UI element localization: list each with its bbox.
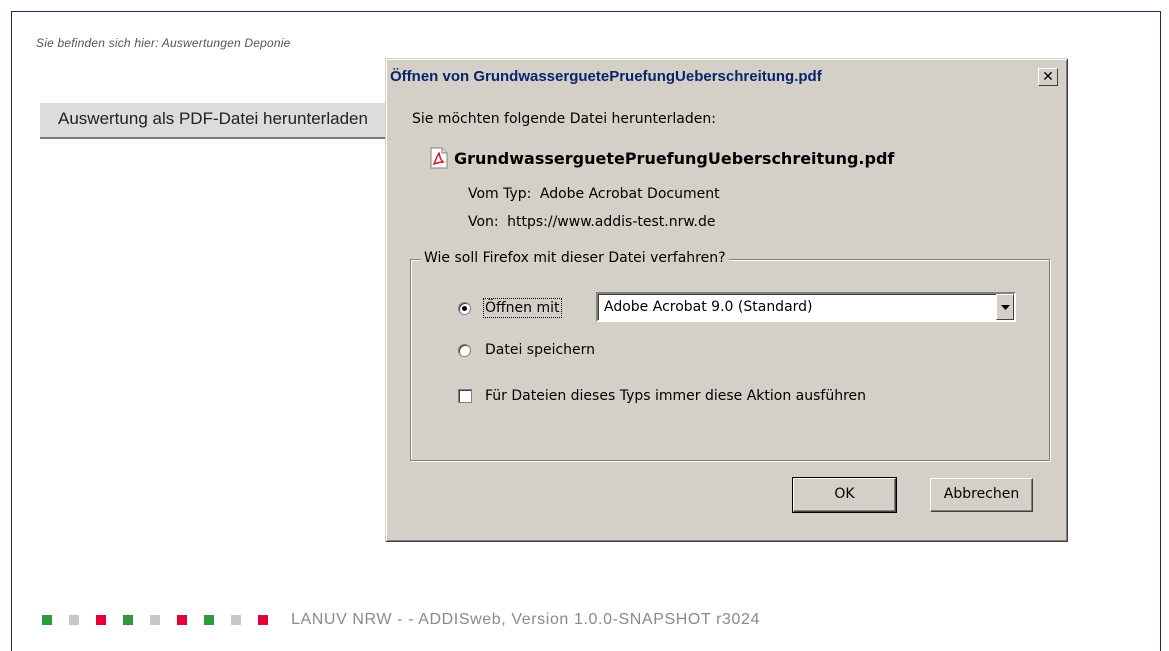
open-with-label[interactable]: Öffnen mit: [483, 298, 562, 318]
file-name: GrundwasserguetePruefungUeberschreitung.…: [454, 148, 895, 168]
file-source-label: Von:: [468, 214, 499, 230]
pdf-icon: [430, 147, 448, 169]
file-source-value: https://www.addis-test.nrw.de: [507, 214, 716, 230]
dialog-intro: Sie möchten folgende Datei herunterladen…: [412, 111, 716, 127]
dropdown-button[interactable]: [996, 294, 1014, 320]
footer-square-green: [204, 615, 214, 625]
open-with-radio[interactable]: [458, 302, 471, 315]
footer-square-green: [123, 615, 133, 625]
always-action-label[interactable]: Für Dateien dieses Typs immer diese Akti…: [485, 388, 866, 404]
file-row: GrundwasserguetePruefungUeberschreitung.…: [430, 147, 894, 169]
footer-square-green: [42, 615, 52, 625]
footer-square-gray: [231, 615, 241, 625]
file-type-label: Vom Typ:: [468, 186, 532, 202]
pdf-download-button[interactable]: Auswertung als PDF-Datei herunterladen: [40, 103, 420, 139]
open-with-app-value: Adobe Acrobat 9.0 (Standard): [604, 299, 813, 315]
save-file-label[interactable]: Datei speichern: [485, 342, 595, 358]
action-groupbox: Wie soll Firefox mit dieser Datei verfah…: [410, 250, 1050, 461]
footer-version-text: LANUV NRW - - ADDISweb, Version 1.0.0-SN…: [291, 611, 760, 628]
dialog-titlebar[interactable]: Öffnen von GrundwasserguetePruefungUeber…: [388, 61, 1066, 91]
always-action-checkbox[interactable]: [458, 389, 472, 403]
file-type-row: Vom Typ: Adobe Acrobat Document: [468, 186, 720, 202]
cancel-button[interactable]: Abbrechen: [930, 478, 1033, 512]
dialog-title: Öffnen von GrundwasserguetePruefungUeber…: [390, 67, 822, 85]
file-source-row: Von: https://www.addis-test.nrw.de: [468, 214, 715, 230]
footer-square-red: [96, 615, 106, 625]
breadcrumb: Sie befinden sich hier: Auswertungen Dep…: [36, 36, 291, 50]
close-icon: ✕: [1042, 68, 1054, 84]
action-group-label: Wie soll Firefox mit dieser Datei verfah…: [421, 250, 729, 266]
footer-square-gray: [150, 615, 160, 625]
save-file-radio[interactable]: [458, 344, 471, 357]
open-with-app-select[interactable]: Adobe Acrobat 9.0 (Standard): [596, 292, 1016, 322]
footer-square-gray: [69, 615, 79, 625]
footer: LANUV NRW - - ADDISweb, Version 1.0.0-SN…: [42, 609, 760, 631]
file-type-value: Adobe Acrobat Document: [539, 186, 720, 202]
chevron-down-icon: [1000, 304, 1010, 310]
footer-square-red: [258, 615, 268, 625]
ok-button[interactable]: OK: [792, 477, 897, 513]
footer-square-red: [177, 615, 187, 625]
close-button[interactable]: ✕: [1038, 68, 1058, 86]
download-dialog: Öffnen von GrundwasserguetePruefungUeber…: [385, 58, 1068, 542]
